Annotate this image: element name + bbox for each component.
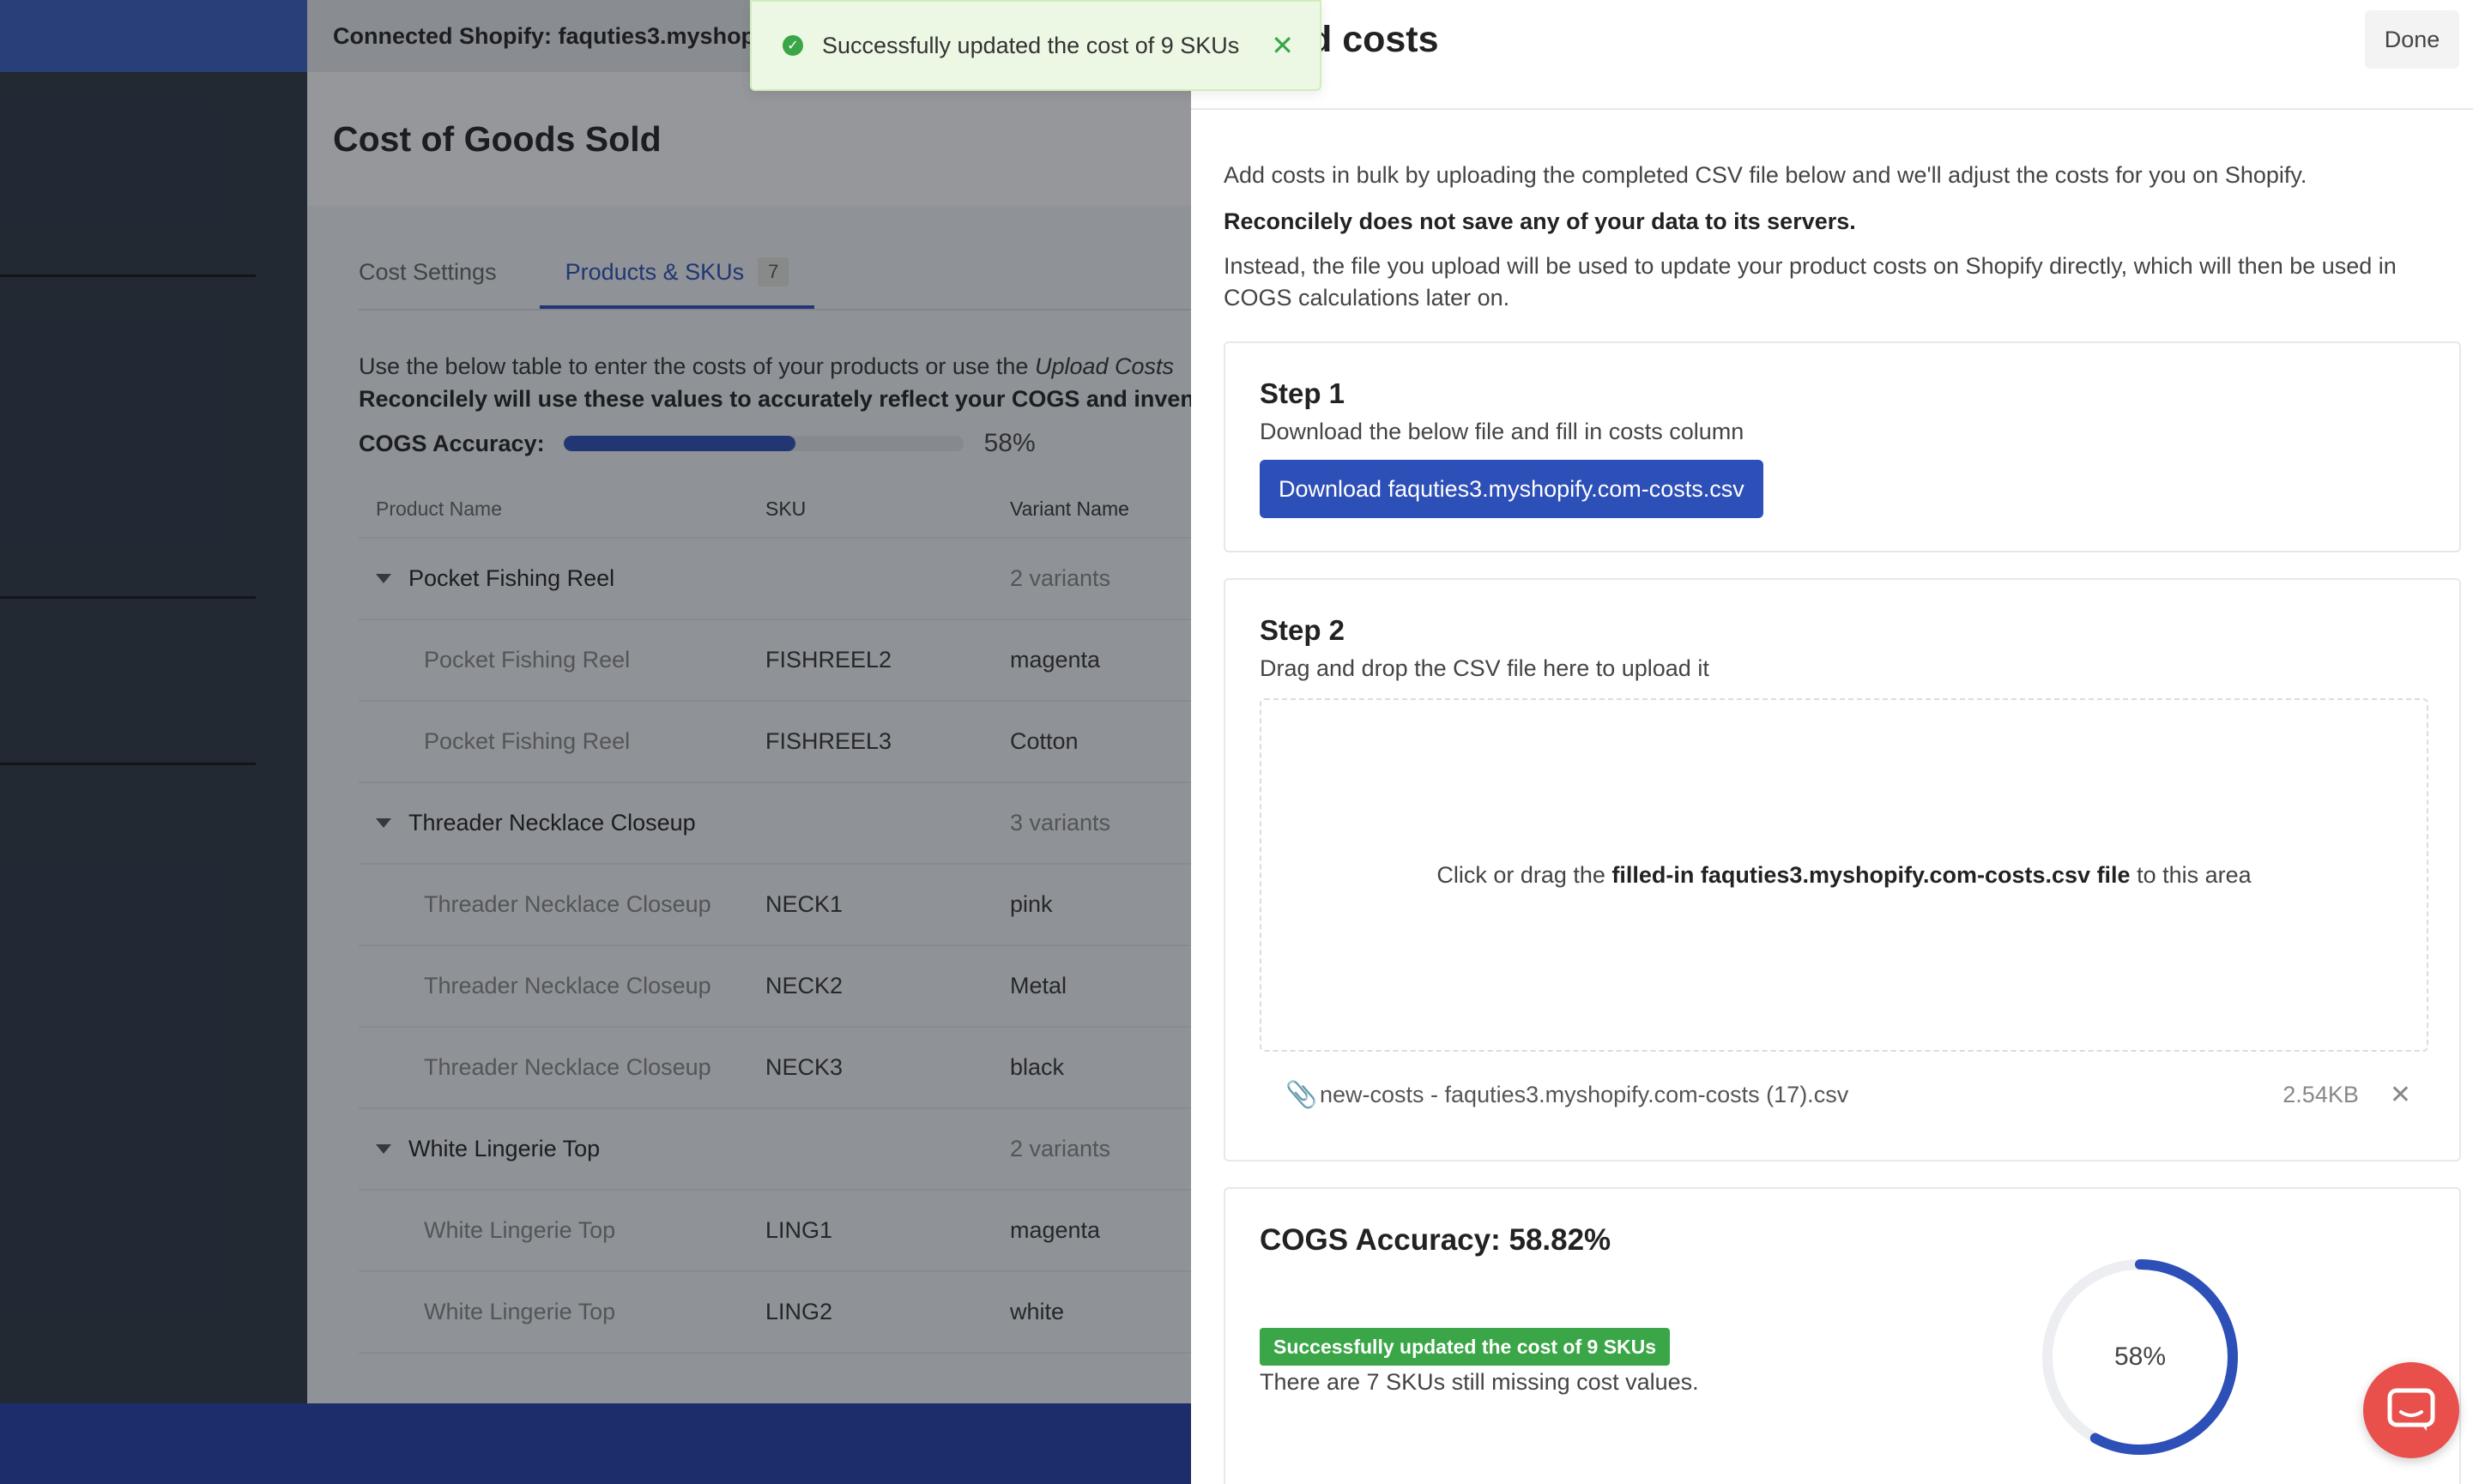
bottom-bar xyxy=(0,1403,1191,1484)
uploaded-file-row: 📎 new-costs - faquties3.myshopify.com-co… xyxy=(1260,1074,2428,1115)
step-1-description: Download the below file and fill in cost… xyxy=(1260,419,1744,444)
privacy-notice: Reconcilely does not save any of your da… xyxy=(1224,208,1856,234)
step-1-card: Step 1 Download the below file and fill … xyxy=(1224,341,2461,552)
check-circle-icon: ✓ xyxy=(783,35,803,56)
explanation-line-2: COGS calculations later on. xyxy=(1224,285,1510,311)
done-button[interactable]: Done xyxy=(2365,10,2459,69)
dropzone-text: Click or drag the filled-in faquties3.my… xyxy=(1436,862,2251,889)
download-csv-button[interactable]: Download faquties3.myshopify.com-costs.c… xyxy=(1260,460,1763,518)
chat-icon xyxy=(2387,1388,2435,1431)
ring-percent-label: 58% xyxy=(2113,1342,2167,1371)
explanation-line-1: Instead, the file you upload will be use… xyxy=(1224,253,2397,279)
step-1-heading: Step 1 xyxy=(1260,377,1345,409)
paperclip-icon: 📎 xyxy=(1285,1080,1318,1109)
remove-file-icon[interactable]: ✕ xyxy=(2390,1080,2411,1110)
dropzone-text-pre: Click or drag the xyxy=(1436,861,1612,888)
success-toast: ✓ Successfully updated the cost of 9 SKU… xyxy=(750,0,1321,91)
success-badge: Successfully updated the cost of 9 SKUs xyxy=(1260,1328,1671,1366)
toast-close-icon[interactable]: ✕ xyxy=(1271,29,1294,62)
dropzone-text-bold: filled-in faquties3.myshopify.com-costs.… xyxy=(1611,861,2131,888)
chat-launcher-button[interactable] xyxy=(2363,1362,2459,1458)
result-heading: COGS Accuracy: 58.82% xyxy=(1260,1223,1611,1257)
drawer-description: Add costs in bulk by uploading the compl… xyxy=(1224,162,2307,188)
toast-message: Successfully updated the cost of 9 SKUs xyxy=(822,32,1240,58)
step-2-card: Step 2 Drag and drop the CSV file here t… xyxy=(1224,578,2461,1161)
csv-dropzone[interactable]: Click or drag the filled-in faquties3.my… xyxy=(1260,698,2428,1052)
dropzone-text-post: to this area xyxy=(2130,861,2252,888)
step-2-description: Drag and drop the CSV file here to uploa… xyxy=(1260,655,1709,681)
step-2-heading: Step 2 xyxy=(1260,614,1345,646)
uploaded-file-name: new-costs - faquties3.myshopify.com-cost… xyxy=(1320,1081,1849,1107)
upload-costs-drawer: d costs Done Add costs in bulk by upload… xyxy=(1191,0,2473,1484)
uploaded-file-size: 2.54KB xyxy=(2283,1081,2359,1107)
drawer-title: d costs xyxy=(1309,19,1439,60)
result-card: COGS Accuracy: 58.82% Successfully updat… xyxy=(1224,1187,2461,1484)
drawer-header: d costs Done xyxy=(1191,0,2473,110)
drawer-explanation: Instead, the file you upload will be use… xyxy=(1224,250,2442,314)
missing-skus-text: There are 7 SKUs still missing cost valu… xyxy=(1260,1369,1699,1395)
